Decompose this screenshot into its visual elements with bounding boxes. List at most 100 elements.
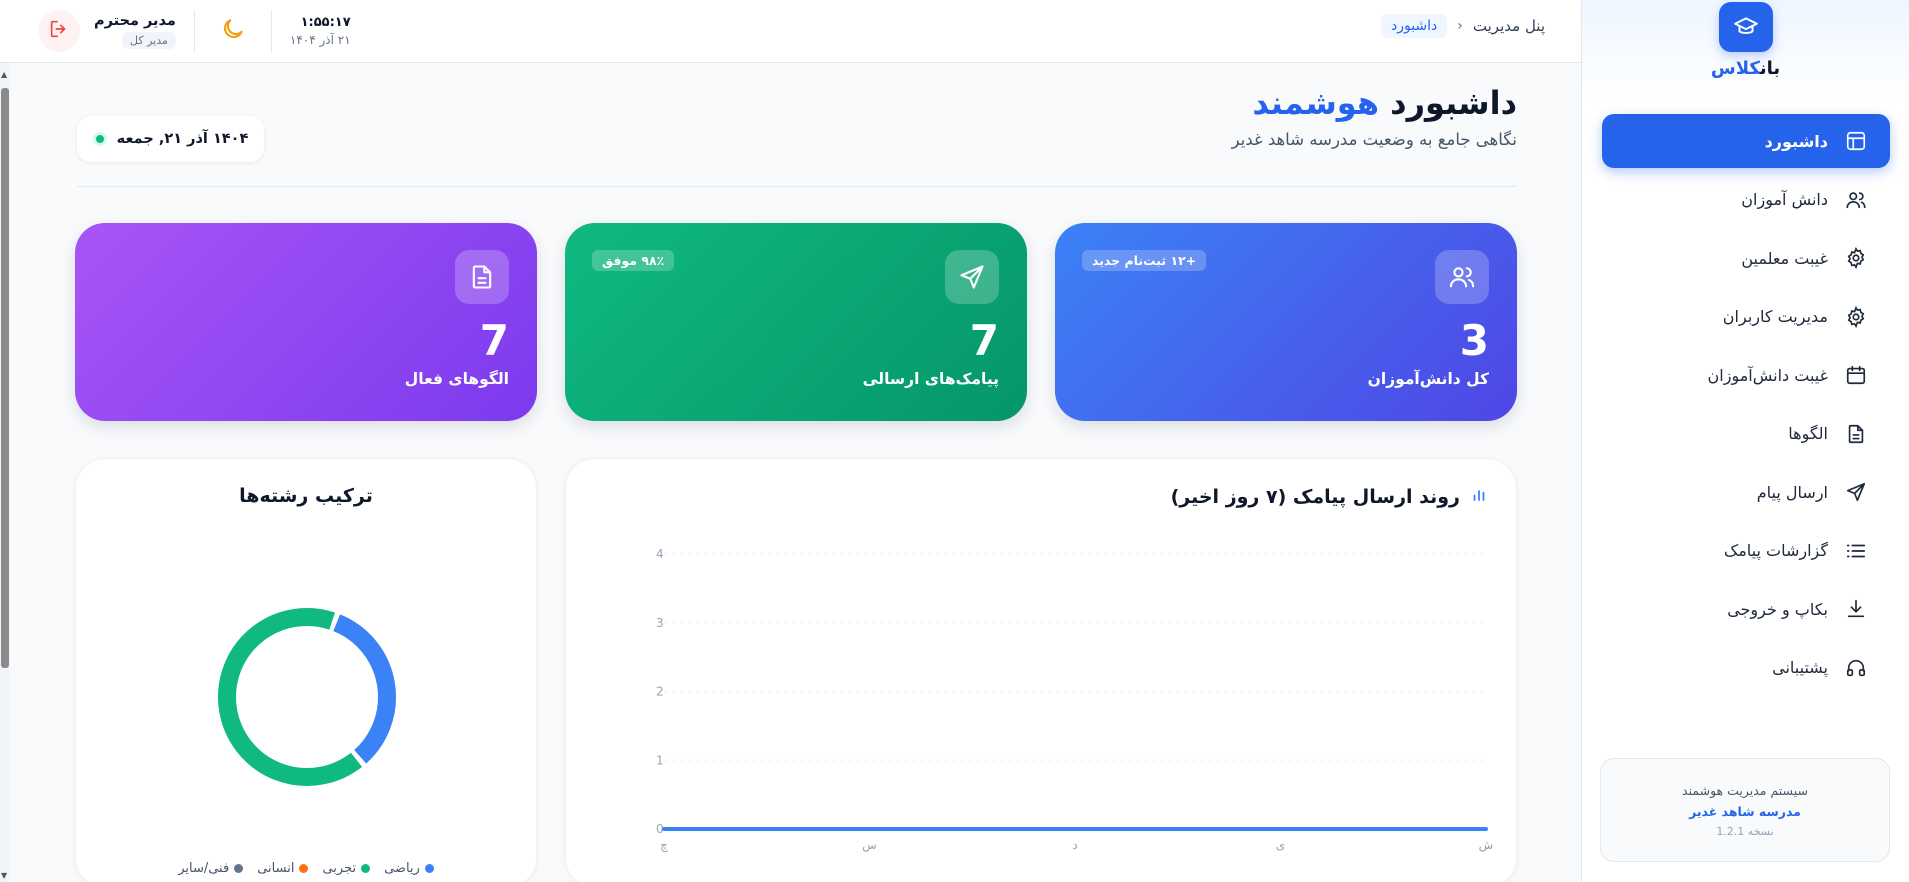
- page-header: داشبورد هوشمند نگاهی جامع به وضعیت مدرسه…: [1232, 84, 1517, 149]
- date-pill: ۱۴۰۴ آذر ۲۱, جمعه: [77, 116, 264, 162]
- clock: ۱:۵۵:۱۷ ۲۱ آذر ۱۴۰۴: [290, 15, 351, 47]
- clock-time: ۱:۵۵:۱۷: [300, 15, 351, 30]
- footer-system-name: سیستم مدیریت هوشمند: [1682, 782, 1808, 798]
- sms-trend-chart: 01234شیدسچ: [656, 547, 1494, 853]
- brand-area: بانکلاس: [1582, 0, 1909, 104]
- list-icon: [1844, 539, 1868, 563]
- page-subtitle: نگاهی جامع به وضعیت مدرسه شاهد غدیر: [1231, 130, 1517, 149]
- chart-title: روند ارسال پیامک (۷ روز اخیر): [1170, 485, 1460, 508]
- sidebar-item-backup[interactable]: بکاپ و خروجی: [1602, 582, 1890, 636]
- sidebar-item-students[interactable]: دانش آموزان: [1602, 173, 1890, 227]
- legend-item[interactable]: انسانی: [257, 861, 309, 876]
- pie-slice: [218, 608, 363, 786]
- stat-label: الگوهای فعال: [404, 370, 509, 388]
- x-tick-label: چ: [660, 838, 668, 852]
- download-icon: [1844, 597, 1868, 621]
- x-tick-label: د: [1072, 838, 1077, 852]
- sidebar-item-label: پشتیبانی: [1772, 658, 1828, 677]
- scroll-up-icon[interactable]: ▲: [1, 70, 7, 79]
- sidebar-item-label: ارسال پیام: [1756, 482, 1828, 502]
- status-dot-icon: [92, 132, 107, 146]
- theme-toggle-button[interactable]: [213, 11, 253, 51]
- sidebar-item-dashboard[interactable]: داشبورد: [1602, 114, 1890, 168]
- page-title-b: هوشمند: [1252, 84, 1380, 122]
- x-tick-label: ی: [1276, 838, 1285, 852]
- panel-title: روند ارسال پیامک (۷ روز اخیر): [1171, 485, 1488, 508]
- scrollbar-thumb[interactable]: [1, 88, 9, 668]
- majors-panel: ترکیب رشته‌ها ریاضی تجربی انسانی فنی/سایر: [75, 458, 537, 882]
- stat-value: 7: [969, 316, 999, 365]
- legend-label: فنی/سایر: [178, 861, 230, 876]
- stat-label: پیامک‌های ارسالی: [862, 370, 999, 388]
- sms-trend-panel: 01234شیدسچ روند ارسال پیامک (۷ روز اخیر): [565, 458, 1517, 882]
- footer-school-name: مدرسه شاهد غدیر: [1689, 803, 1801, 819]
- document-icon: [1844, 422, 1868, 446]
- scrollbar[interactable]: ▲ ▼: [0, 63, 10, 882]
- users-icon: [1844, 188, 1868, 212]
- bar-chart-icon: [1470, 485, 1488, 508]
- sidebar-item-label: گزارشات پیامک: [1723, 541, 1828, 560]
- sidebar-footer: سیستم مدیریت هوشمند مدرسه شاهد غدیر نسخه…: [1600, 758, 1890, 862]
- sidebar-item-support[interactable]: پشتیبانی: [1602, 641, 1890, 695]
- chart-title: ترکیب رشته‌ها: [239, 485, 373, 507]
- sidebar-item-teacher-absence[interactable]: غیبت معلمین: [1602, 231, 1890, 285]
- legend-item[interactable]: فنی/سایر: [178, 861, 244, 876]
- stat-card-templates[interactable]: 7 الگوهای فعال: [75, 223, 537, 421]
- sidebar-item-label: غیبت دانش‌آموزان: [1707, 365, 1828, 385]
- x-tick-label: س: [862, 838, 877, 853]
- send-icon: [1844, 480, 1868, 504]
- graduation-cap-icon[interactable]: [1718, 2, 1773, 52]
- legend-swatch: [234, 864, 244, 873]
- user-role-badge: مدیر کل: [122, 32, 176, 49]
- page-title: داشبورد هوشمند: [1232, 84, 1517, 122]
- sidebar-item-user-management[interactable]: مدیریت کاربران: [1602, 290, 1890, 344]
- brand-name-b: بان: [1759, 58, 1781, 79]
- send-icon: [945, 250, 999, 304]
- date-pill-text: ۱۴۰۴ آذر ۲۱, جمعه: [116, 131, 249, 147]
- topbar: پنل مدیریت ‹ داشبورد مدیر محترم مدیر کل …: [0, 0, 1581, 63]
- legend-label: تجربی: [322, 861, 357, 876]
- divider: [270, 10, 272, 52]
- panel-title: ترکیب رشته‌ها: [76, 485, 536, 507]
- header-divider: [77, 186, 1517, 187]
- legend-swatch: [299, 864, 309, 873]
- x-tick-label: ش: [1479, 838, 1494, 853]
- sidebar-item-label: الگوها: [1788, 424, 1828, 443]
- chart-legend: ریاضی تجربی انسانی فنی/سایر: [76, 861, 536, 876]
- y-tick-label: 3: [656, 616, 664, 630]
- legend-swatch: [424, 864, 434, 873]
- sidebar-item-student-absence[interactable]: غیبت دانش‌آموزان: [1602, 348, 1890, 402]
- sidebar-item-label: مدیریت کاربران: [1722, 307, 1828, 326]
- sidebar-nav: داشبورد دانش آموزان غیبت معلمین مدیریت ک…: [1582, 104, 1909, 695]
- user-name: مدیر محترم: [94, 13, 176, 29]
- majors-donut-chart: [218, 608, 396, 786]
- sidebar-item-sms-reports[interactable]: گزارشات پیامک: [1602, 524, 1890, 578]
- calendar-icon: [1844, 363, 1868, 387]
- legend-swatch: [361, 864, 371, 873]
- scroll-down-icon[interactable]: ▼: [1, 871, 7, 880]
- layout-icon: [1844, 129, 1868, 153]
- breadcrumb-root[interactable]: پنل مدیریت: [1473, 17, 1545, 35]
- sidebar-item-send-message[interactable]: ارسال پیام: [1602, 465, 1890, 519]
- logout-button[interactable]: [38, 10, 80, 52]
- breadcrumb: پنل مدیریت ‹ داشبورد: [1380, 14, 1545, 38]
- sidebar-item-label: بکاپ و خروجی: [1727, 599, 1828, 619]
- y-tick-label: 2: [656, 685, 664, 699]
- sidebar-item-templates[interactable]: الگوها: [1602, 407, 1890, 461]
- legend-item[interactable]: ریاضی: [384, 861, 434, 876]
- stat-value: 7: [479, 316, 509, 365]
- clock-date: ۲۱ آذر ۱۴۰۴: [289, 33, 351, 47]
- legend-item[interactable]: تجربی: [322, 861, 371, 876]
- y-tick-label: 4: [656, 547, 664, 561]
- document-icon: [455, 250, 509, 304]
- brand-name: بانکلاس: [1711, 58, 1780, 79]
- y-tick-label: 1: [656, 753, 664, 767]
- logout-icon: [48, 18, 70, 44]
- stat-card-sms[interactable]: ۹۸٪ موفق 7 پیامک‌های ارسالی: [565, 223, 1027, 421]
- stat-label: کل دانش‌آموزان: [1367, 370, 1489, 388]
- headphones-icon: [1844, 656, 1868, 680]
- stat-value: 3: [1459, 316, 1489, 365]
- user-info[interactable]: مدیر محترم مدیر کل: [94, 13, 176, 49]
- stat-card-students[interactable]: +۱۲ ثبت‌نام جدید 3 کل دانش‌آموزان: [1055, 223, 1517, 421]
- moon-icon: [220, 16, 246, 46]
